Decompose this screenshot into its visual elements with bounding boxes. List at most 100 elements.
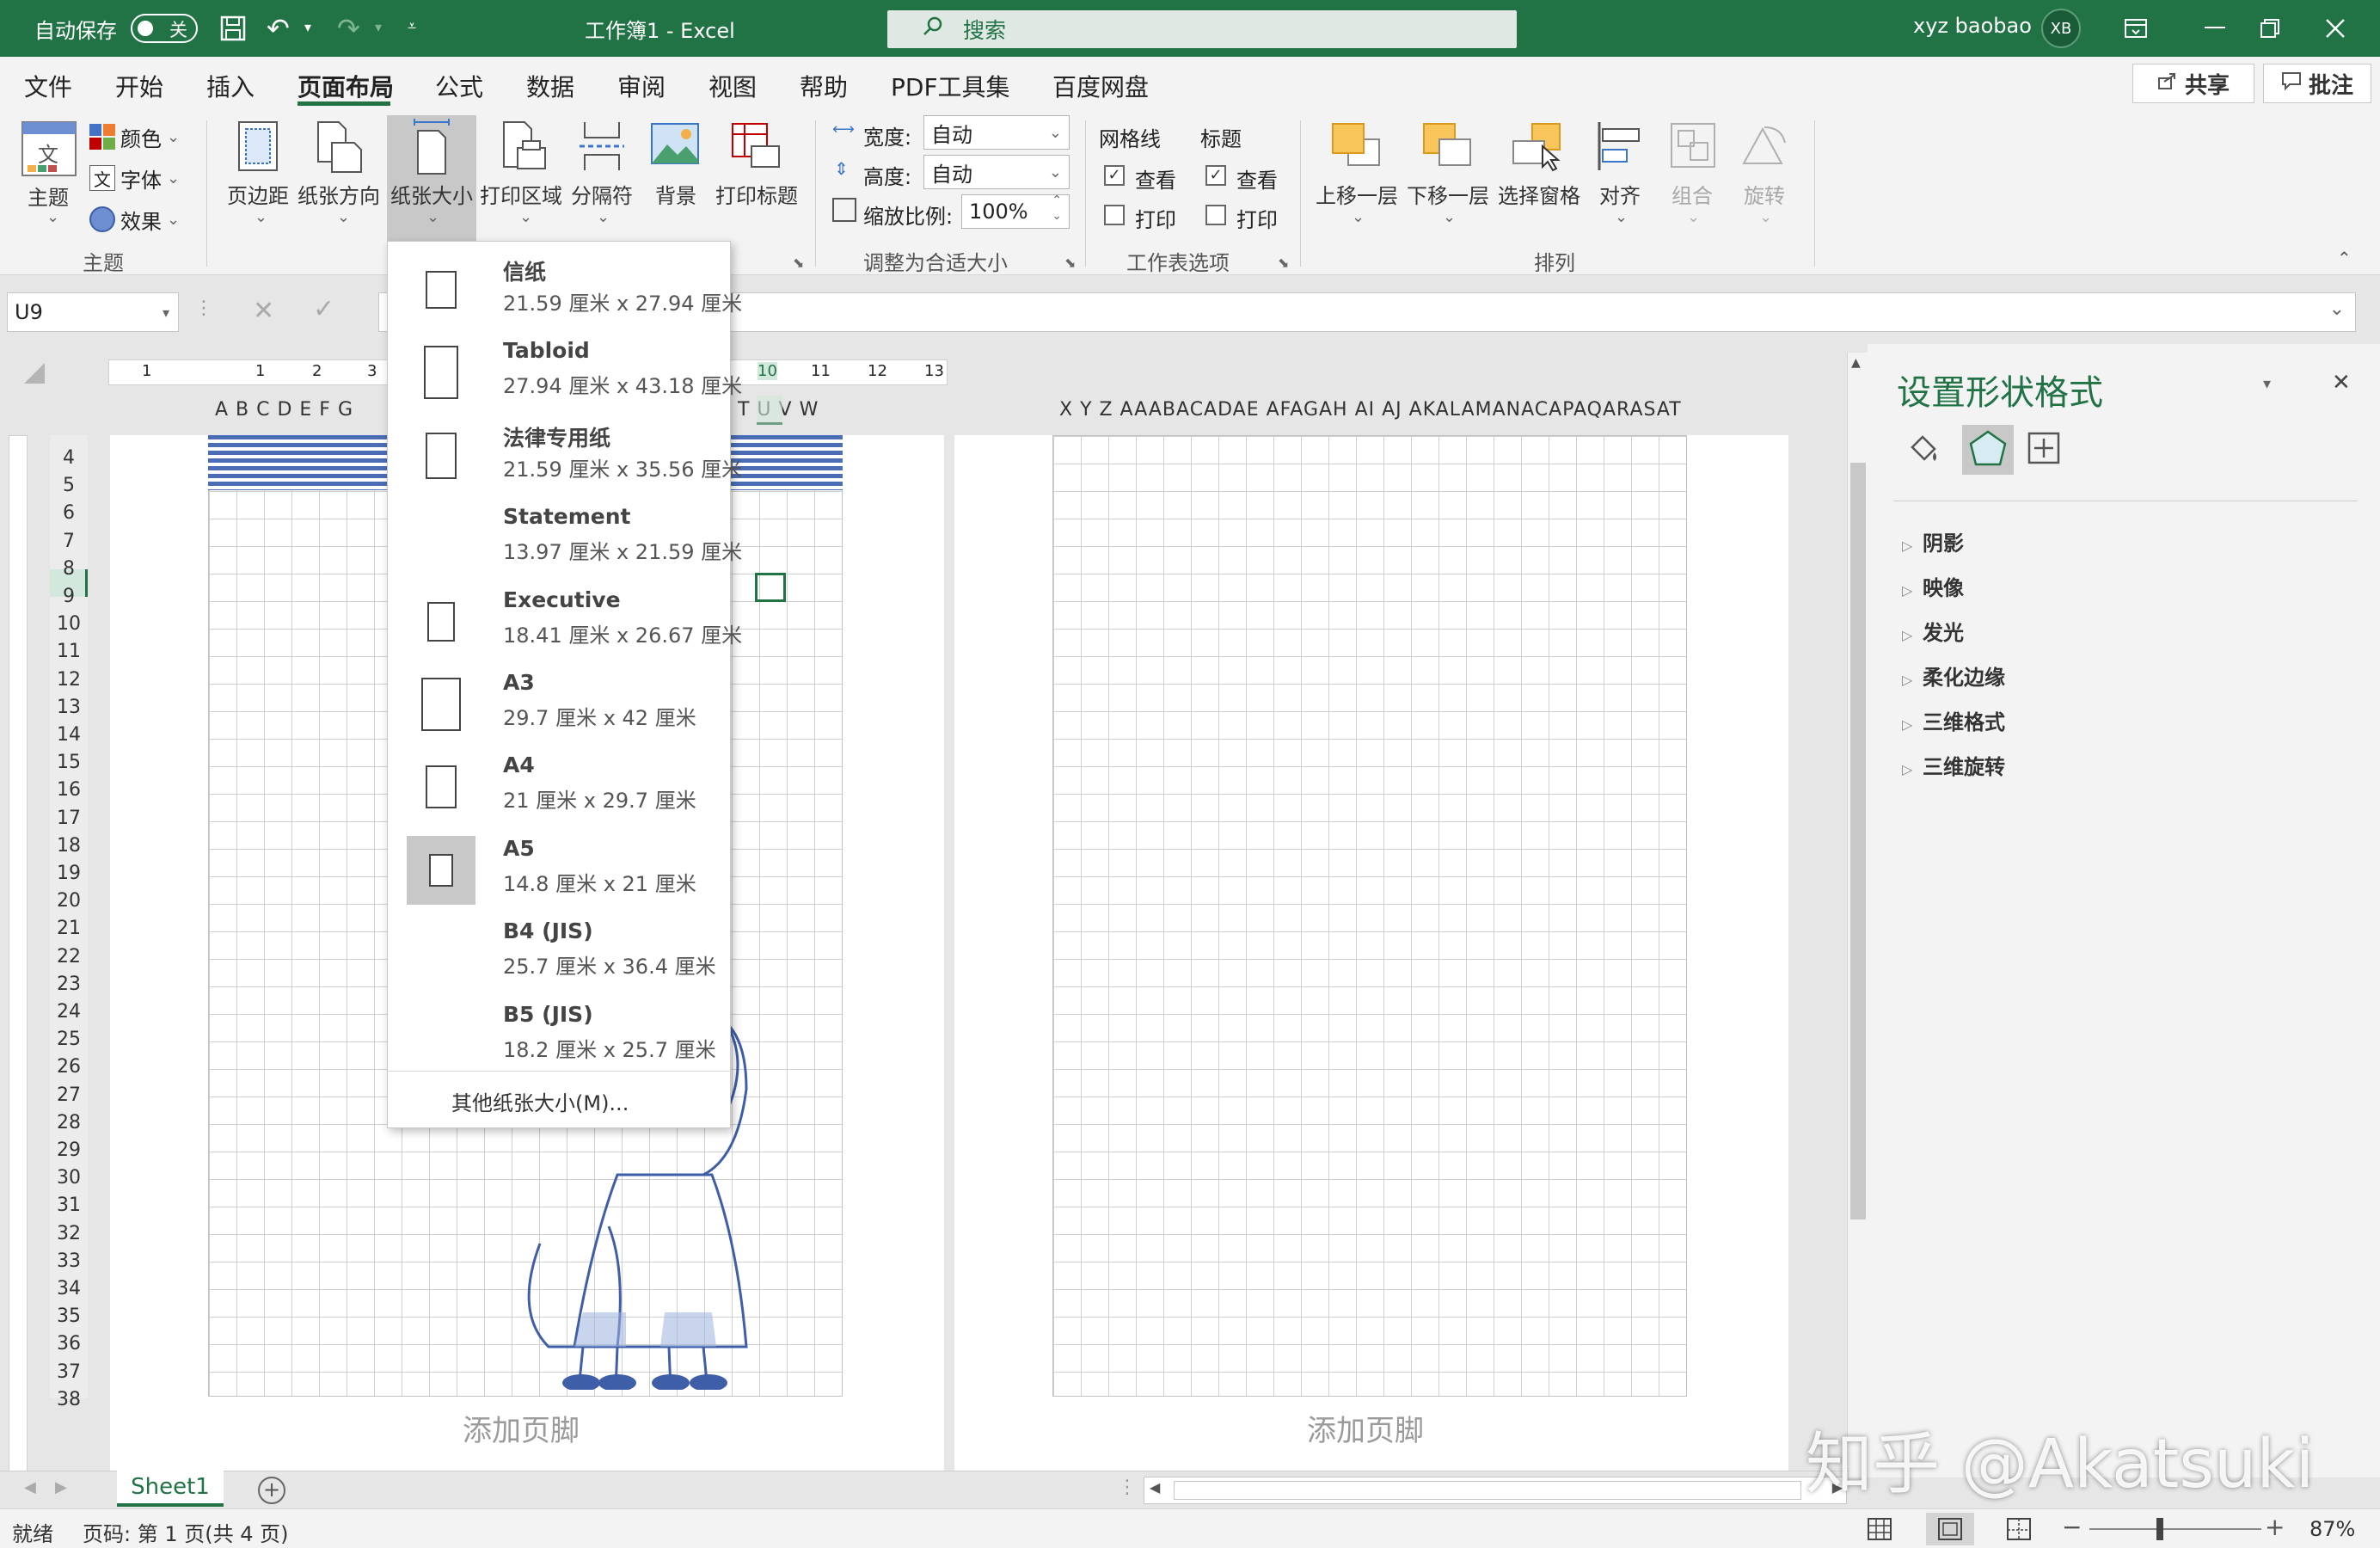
margins-button[interactable] — [236, 119, 282, 179]
height-select[interactable]: 自动 ⌄ — [923, 155, 1070, 189]
print-titles-button[interactable] — [731, 122, 782, 174]
row-header[interactable]: 8 — [50, 558, 88, 580]
horizontal-scroll-thumb[interactable] — [1174, 1481, 1801, 1500]
row-header[interactable]: 9 — [50, 586, 88, 607]
tab-help[interactable]: 帮助 — [800, 69, 848, 103]
paper-size-option[interactable]: A5 14.8 厘米 x 21 厘米 — [407, 835, 713, 913]
ribbon-display-icon[interactable] — [2110, 0, 2162, 57]
sheet-options-launcher-icon[interactable]: ⬊ — [1278, 255, 1289, 271]
row-header[interactable]: 7 — [50, 531, 88, 552]
breaks-button[interactable] — [578, 119, 626, 179]
row-header[interactable]: 30 — [50, 1167, 88, 1189]
tab-file[interactable]: 文件 — [24, 69, 72, 103]
row-header[interactable]: 22 — [50, 946, 88, 968]
row-header[interactable]: 36 — [50, 1333, 88, 1354]
footer-placeholder-right[interactable]: 添加页脚 — [1307, 1407, 1424, 1449]
undo-dropdown-icon[interactable]: ▾ — [304, 19, 311, 35]
row-header[interactable]: 29 — [50, 1140, 88, 1161]
zoom-slider-thumb[interactable] — [2156, 1518, 2163, 1540]
add-sheet-icon[interactable]: + — [258, 1477, 285, 1504]
row-header[interactable]: 19 — [50, 863, 88, 884]
minimize-icon[interactable] — [2189, 0, 2241, 57]
restore-icon[interactable] — [2244, 0, 2296, 57]
row-header[interactable]: 13 — [50, 697, 88, 718]
active-cell-u9[interactable] — [755, 573, 786, 602]
close-icon[interactable] — [2309, 0, 2361, 57]
row-header[interactable]: 17 — [50, 808, 88, 829]
paper-size-option[interactable]: Tabloid 27.94 厘米 x 43.18 厘米 — [407, 338, 742, 415]
zoom-in-icon[interactable]: + — [2265, 1513, 2285, 1541]
effects-button[interactable]: 效果 ⌄ — [89, 205, 180, 234]
row-header[interactable]: 20 — [50, 890, 88, 912]
row-header[interactable]: 32 — [50, 1223, 88, 1244]
scroll-left-icon[interactable]: ◀ — [1150, 1479, 1160, 1496]
spin-down-icon[interactable]: ⌄ — [1052, 209, 1062, 223]
tab-insert[interactable]: 插入 — [206, 69, 255, 103]
row-header[interactable]: 37 — [50, 1361, 88, 1383]
tab-review[interactable]: 审阅 — [617, 69, 666, 103]
pane-section[interactable]: ▷ 柔化边缘 — [1902, 660, 2005, 691]
row-header[interactable]: 6 — [50, 502, 88, 524]
row-header[interactable]: 4 — [50, 447, 88, 469]
size-properties-icon[interactable] — [2026, 430, 2062, 466]
more-paper-sizes-item[interactable]: 其他纸张大小(M)... — [451, 1086, 629, 1116]
sheet-tab-sheet1[interactable]: Sheet1 — [117, 1471, 224, 1507]
row-header[interactable]: 11 — [50, 641, 88, 662]
paper-size-option[interactable]: Statement 13.97 厘米 x 21.59 厘米 — [407, 504, 742, 581]
pane-section[interactable]: ▷ 映像 — [1902, 571, 1964, 601]
prev-sheet-icon[interactable]: ◀ — [24, 1478, 36, 1496]
autosave-toggle[interactable]: 关 — [131, 14, 198, 43]
row-header[interactable]: 31 — [50, 1195, 88, 1216]
scroll-up-icon[interactable]: ▲ — [1851, 356, 1861, 370]
tab-formulas[interactable]: 公式 — [435, 69, 483, 103]
gridlines-view-checkbox[interactable]: ✓ — [1104, 165, 1125, 186]
paper-size-option[interactable]: B4 (JIS) 25.7 厘米 x 36.4 厘米 — [407, 918, 716, 996]
avatar[interactable]: XB — [2041, 9, 2081, 48]
zoom-slider-track[interactable] — [2089, 1528, 2261, 1530]
colors-button[interactable]: 颜色 ⌄ — [89, 122, 180, 151]
background-button[interactable] — [650, 122, 700, 174]
tab-split-handle[interactable]: ⋮ — [1118, 1477, 1137, 1498]
row-header[interactable]: 24 — [50, 1001, 88, 1023]
tab-page-layout[interactable]: 页面布局 — [298, 69, 394, 103]
themes-button[interactable]: 文 — [21, 120, 79, 181]
select-all-corner[interactable] — [24, 363, 45, 384]
row-header[interactable]: 15 — [50, 752, 88, 773]
normal-view-icon[interactable] — [1868, 1518, 1892, 1540]
zoom-level[interactable]: 87% — [2309, 1517, 2355, 1541]
customize-qat-icon[interactable]: ⩡ — [408, 17, 416, 35]
row-header[interactable]: 26 — [50, 1056, 88, 1078]
collapse-ribbon-icon[interactable]: ⌃ — [2337, 248, 2352, 268]
bring-forward-button[interactable] — [1329, 120, 1384, 175]
pane-section[interactable]: ▷ 三维格式 — [1902, 705, 2005, 735]
row-header[interactable]: 18 — [50, 835, 88, 857]
paper-size-option[interactable]: 信纸 21.59 厘米 x 27.94 厘米 — [407, 255, 742, 333]
row-header[interactable]: 27 — [50, 1084, 88, 1106]
row-header[interactable]: 35 — [50, 1305, 88, 1327]
themes-dropdown-icon[interactable]: ⌄ — [46, 208, 59, 226]
tab-pdf-tools[interactable]: PDF工具集 — [891, 69, 1010, 103]
pane-section[interactable]: ▷ 三维旋转 — [1902, 750, 2005, 780]
pane-close-icon[interactable]: ✕ — [2332, 370, 2351, 396]
expand-formula-icon[interactable]: ⌄ — [2329, 298, 2345, 320]
pane-section[interactable]: ▷ 阴影 — [1902, 526, 1964, 556]
selection-pane-button[interactable] — [1510, 120, 1565, 175]
headings-print-checkbox[interactable] — [1205, 205, 1226, 225]
paper-size-option[interactable]: A3 29.7 厘米 x 42 厘米 — [407, 670, 713, 747]
orientation-button[interactable] — [313, 119, 365, 179]
zoom-out-icon[interactable]: − — [2062, 1513, 2082, 1541]
row-header[interactable]: 14 — [50, 724, 88, 746]
width-select[interactable]: 自动 ⌄ — [923, 115, 1070, 150]
share-button[interactable]: 共享 — [2132, 64, 2254, 103]
print-area-button[interactable] — [499, 119, 550, 179]
vertical-scrollbar[interactable]: ▲ — [1847, 353, 1868, 1477]
row-header[interactable]: 34 — [50, 1278, 88, 1299]
name-box[interactable]: U9 ▾ — [7, 292, 179, 332]
tab-data[interactable]: 数据 — [526, 69, 574, 103]
worksheet-area[interactable]: 1 1 2 3 10 11 12 13 A B C D E F G T U V … — [0, 344, 1868, 1477]
row-header[interactable]: 5 — [50, 475, 88, 496]
chevron-down-icon[interactable]: ▾ — [163, 304, 169, 321]
effects-tab-icon[interactable] — [1962, 425, 2014, 475]
paper-size-option[interactable]: A4 21 厘米 x 29.7 厘米 — [407, 752, 713, 830]
page-setup-launcher-icon[interactable]: ⬊ — [793, 255, 804, 271]
